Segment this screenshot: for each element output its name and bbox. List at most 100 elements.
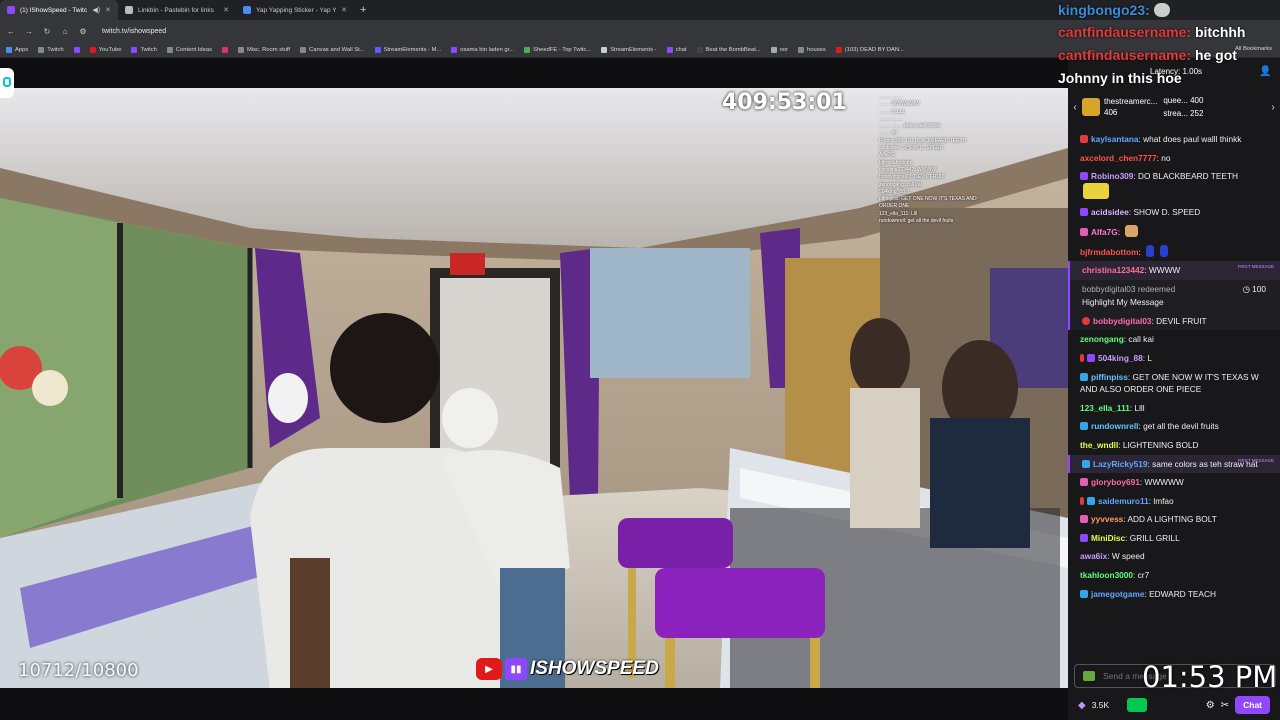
chat-username[interactable]: yyvvess (1091, 514, 1123, 524)
chat-username[interactable]: MiniDisc (1091, 533, 1125, 543)
chat-username[interactable]: saidemuro11 (1098, 496, 1149, 506)
chat-username[interactable]: axcelord_chen7777 (1080, 153, 1157, 163)
bookmark-item[interactable]: oor (770, 46, 788, 53)
chat-username[interactable]: 504king_88 (1098, 353, 1143, 363)
back-icon[interactable]: ← (6, 27, 16, 36)
chat-message: zenongang: call kai (1080, 334, 1154, 345)
chat-message-first: FIRST MESSAGE LazyRicky519: same colors a… (1068, 454, 1280, 474)
forward-icon[interactable]: → (24, 27, 34, 36)
bonus-claim-icon[interactable] (1127, 698, 1148, 712)
chat-message: kaylsantana: what does paul walll thinkk (1068, 130, 1280, 149)
tab-twitch[interactable]: (1) IShowSpeed - Twitch ◀) ✕ (0, 0, 118, 20)
site-info-icon[interactable]: ⚙ (78, 27, 88, 36)
badge-icon (1080, 227, 1088, 236)
url-field[interactable]: twitch.tv/ishowspeed (102, 28, 166, 35)
bookmark-item[interactable] (73, 46, 80, 53)
bookmark-label: Apps (15, 46, 29, 53)
minion-emote-icon (1083, 182, 1109, 199)
badge-icon (1080, 496, 1084, 505)
bookmark-label: SheedFE - Top Twitc... (533, 46, 592, 53)
new-tab-icon[interactable]: + (354, 4, 372, 16)
chat-text: DO BLACKBEARD TEETH (1138, 171, 1238, 182)
overlay-line: cantfindausername: he got (1058, 47, 1237, 63)
chat-text: what does paul walll thinkk (1143, 134, 1242, 144)
bookmark-item[interactable]: Apps (6, 46, 29, 53)
bookmark-item[interactable]: Content Ideas (166, 46, 212, 53)
chat-username[interactable]: acidsidee (1091, 207, 1129, 217)
bookmark-item[interactable]: Misc. Room stuff (237, 46, 290, 53)
user-icon[interactable]: 👤 (1259, 66, 1271, 77)
chat-message-first: FIRST MESSAGE christina123442: WWWW (1068, 261, 1280, 280)
bookmark-item[interactable]: YouTube (89, 46, 121, 53)
mod-tools-icon[interactable]: ✂ (1221, 700, 1229, 711)
bookmark-label: Twitch (47, 46, 64, 53)
close-tab-icon[interactable]: ✕ (341, 6, 347, 14)
chat-username[interactable]: 123_ella_111 (1080, 403, 1130, 413)
chat-username[interactable]: zenongang (1080, 334, 1124, 344)
side-extension-tab[interactable] (0, 68, 14, 98)
bookmark-item[interactable]: chat (666, 46, 687, 53)
close-tab-icon[interactable]: ✕ (223, 6, 229, 14)
emote-icon (1125, 224, 1139, 237)
redeem-user[interactable]: bobbydigital03 (1082, 284, 1136, 294)
bookmark-item[interactable]: osama bin laden gr... (451, 46, 514, 53)
emote-picker-icon[interactable] (1083, 671, 1095, 681)
bookmark-item[interactable]: StreamElements - (601, 46, 657, 53)
badge-icon (1080, 172, 1088, 181)
chat-message: saidemuro11: lmfao (1068, 492, 1280, 511)
bookmark-item[interactable] (221, 46, 228, 53)
home-icon[interactable]: ⌂ (60, 27, 70, 36)
streamelements-icon (374, 46, 381, 53)
mini-chat-line: ........ WWWWWW (879, 101, 920, 108)
bookmark-label: StreamElements - M... (383, 46, 442, 53)
chat-username[interactable]: jamegotgame (1091, 589, 1144, 599)
twitch-icon (131, 46, 138, 53)
chat-username[interactable]: rundownrell (1091, 421, 1138, 431)
chevron-right-icon[interactable]: › (1266, 102, 1280, 113)
chat-username[interactable]: gloryboy691 (1091, 477, 1140, 487)
chat-message: MiniDisc: GRILL GRILL (1068, 529, 1280, 548)
chat-username[interactable]: bobbydigital03 (1093, 316, 1152, 326)
mini-chat-line: Alfa7G: (879, 152, 896, 159)
redeem-points: ◷ 100 (1243, 283, 1266, 296)
chat-message: piffinpiss: GET ONE NOW W IT'S TEXAS W A… (1080, 371, 1259, 395)
reload-icon[interactable]: ↻ (42, 27, 52, 36)
bookmark-item[interactable]: Canvas and Wall St... (300, 46, 365, 53)
chat-username[interactable]: Alfa7G (1091, 227, 1118, 237)
chat-text: DEVIL FRUIT (1156, 315, 1207, 326)
mini-chat-line: bjfrmdabottom: (879, 159, 913, 166)
bookmark-item[interactable]: SheedFE - Top Twitc... (524, 46, 592, 53)
badge-icon (1080, 208, 1088, 217)
chevron-left-icon[interactable]: ‹ (1068, 102, 1082, 113)
bookmark-label: Content Ideas (175, 46, 212, 53)
bookmark-item[interactable]: Beat the BombBeat... (696, 46, 761, 53)
chat-username[interactable]: piffinpiss (1091, 372, 1128, 382)
close-tab-icon[interactable]: ✕ (105, 6, 111, 14)
chat-username[interactable]: LazyRicky519 (1093, 459, 1147, 469)
folder-icon (166, 46, 173, 53)
redeem-action: redeemed (1137, 283, 1176, 294)
bookmark-item[interactable]: Twitch (131, 46, 157, 53)
chat-username[interactable]: tkahloon3000 (1080, 570, 1133, 580)
bookmark-item[interactable]: StreamElements - M... (374, 46, 442, 53)
bookmark-item[interactable]: houses (798, 46, 826, 53)
tab-yap-sticker[interactable]: Yap Yapping Sticker - Yap Yapp ✕ (236, 0, 354, 20)
gift-sub-leaderboard: ‹ thestreamerc... 406 quee... 400 strea.… (1068, 88, 1280, 126)
chat-message: 123_ella_111: Llll (1080, 402, 1145, 413)
bookmark-item[interactable]: (103) DEAD BY DAN... (835, 46, 904, 53)
chat-username[interactable]: bjfrmdabottom (1080, 247, 1139, 257)
audio-icon[interactable]: ◀) (92, 6, 100, 14)
channel-points-icon[interactable]: ◆ (1078, 700, 1086, 711)
chat-send-button[interactable]: Chat (1235, 696, 1270, 714)
chat-username[interactable]: the_wndll (1080, 440, 1118, 450)
extension-icon (3, 77, 11, 87)
chat-username[interactable]: Robino309 (1091, 171, 1133, 181)
bookmark-item[interactable]: Twitch (38, 46, 64, 53)
channel-points-balance[interactable]: 3.5K (1092, 700, 1110, 710)
mini-chat-line: ........ LLLLL (879, 108, 906, 115)
chat-username[interactable]: christina123442 (1082, 265, 1144, 275)
chat-username[interactable]: awa6ix (1080, 551, 1107, 561)
settings-gear-icon[interactable]: ⚙ (1206, 700, 1215, 711)
chat-username[interactable]: kaylsantana (1091, 134, 1139, 144)
tab-linkbin[interactable]: Linkbin - Pastebin for links ✕ (118, 0, 236, 20)
